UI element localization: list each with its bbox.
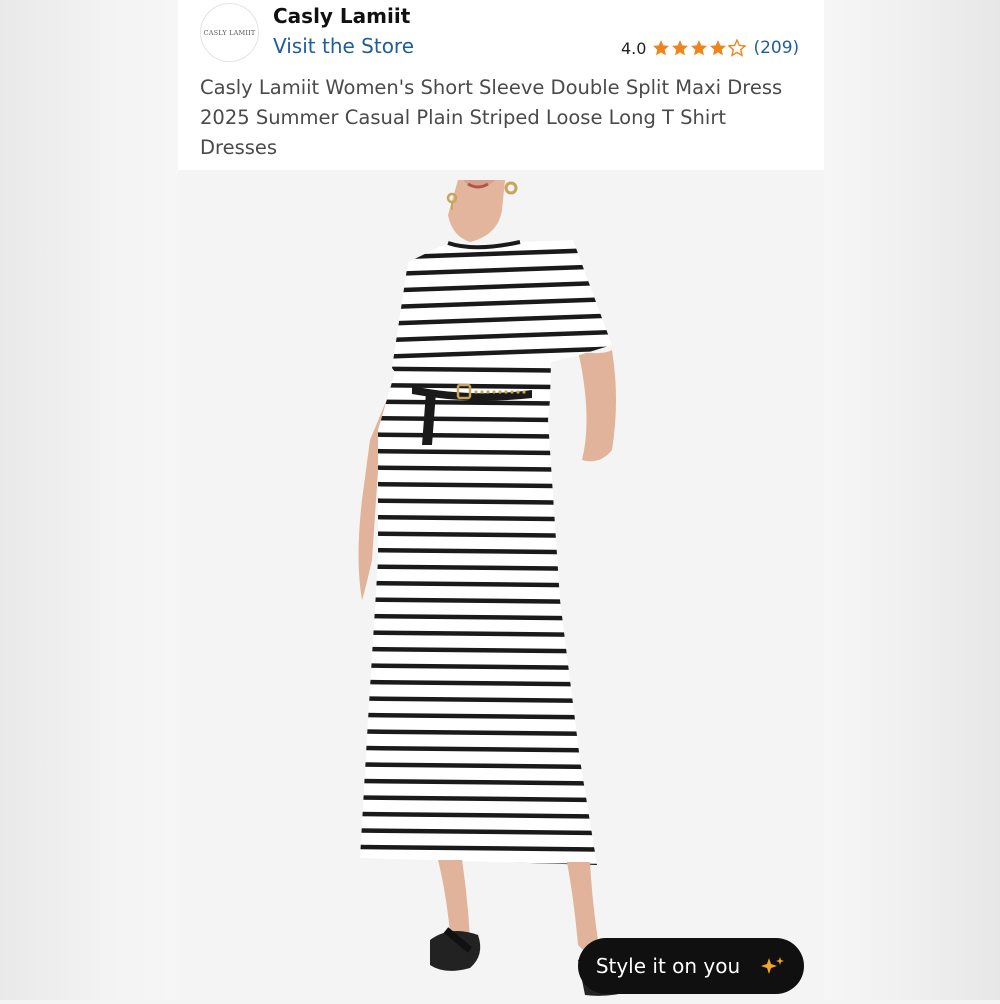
star-icon bbox=[672, 40, 689, 56]
rating-stars bbox=[652, 39, 747, 57]
product-title: Casly Lamiit Women's Short Sleeve Double… bbox=[200, 76, 783, 159]
left-backdrop bbox=[0, 0, 178, 1000]
right-backdrop bbox=[824, 0, 1000, 1000]
product-image[interactable] bbox=[178, 170, 824, 1000]
star-icon bbox=[691, 40, 708, 56]
star-icon bbox=[653, 40, 670, 56]
style-button-label: Style it on you bbox=[595, 954, 741, 978]
sparkle-icon bbox=[760, 955, 786, 977]
product-header: CASLY LAMIIT Casly Lamiit Visit the Stor… bbox=[178, 0, 824, 170]
brand-name: Casly Lamiit bbox=[273, 4, 411, 28]
star-icon bbox=[710, 40, 727, 56]
visit-store-link[interactable]: Visit the Store bbox=[273, 34, 414, 58]
model-illustration bbox=[358, 180, 635, 996]
rating-value: 4.0 bbox=[621, 38, 647, 58]
star-icon bbox=[728, 39, 747, 57]
style-it-on-you-button[interactable]: Style it on you bbox=[578, 938, 804, 994]
brand-logo-text: CASLY LAMIIT bbox=[203, 28, 256, 37]
rating[interactable]: 4.0 (209) bbox=[621, 36, 799, 60]
review-count[interactable]: (209) bbox=[753, 38, 799, 58]
brand-logo[interactable]: CASLY LAMIIT bbox=[200, 3, 259, 62]
